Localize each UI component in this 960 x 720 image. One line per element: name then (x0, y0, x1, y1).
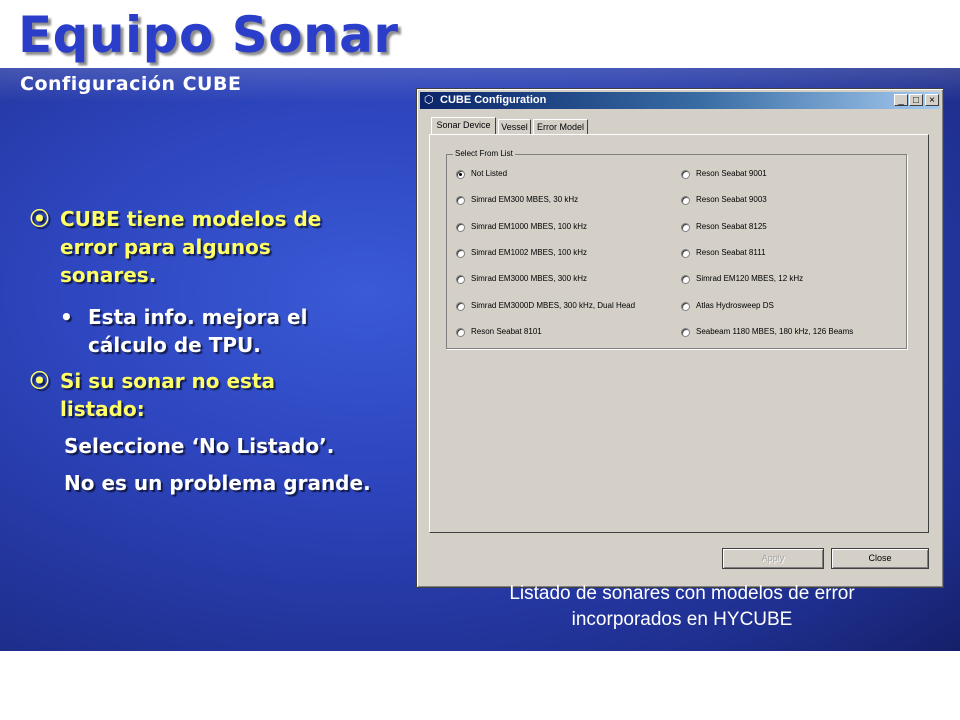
radio-label: Simrad EM300 MBES, 30 kHz (471, 195, 579, 204)
close-button[interactable]: Close (831, 548, 929, 569)
radio-label: Reson Seabat 9003 (696, 195, 767, 204)
radio-icon (456, 195, 465, 205)
radio-icon (456, 274, 465, 284)
radio-option[interactable]: Not Listed (456, 169, 507, 179)
radio-icon (681, 274, 690, 284)
radio-option[interactable]: Simrad EM1000 MBES, 100 kHz (456, 222, 587, 232)
radio-option[interactable]: Seabeam 1180 MBES, 180 kHz, 126 Beams (681, 327, 853, 337)
radio-option[interactable]: Reson Seabat 8101 (456, 327, 542, 337)
radio-option[interactable]: Reson Seabat 8125 (681, 222, 767, 232)
close-button-label: Close (868, 553, 892, 563)
cube-configuration-window: ⬡ CUBE Configuration _ □ × Sonar Device … (416, 88, 944, 588)
radio-option[interactable]: Simrad EM120 MBES, 12 kHz (681, 274, 803, 284)
caption-line: Listado de sonares con modelos de error (509, 583, 855, 604)
window-title: CUBE Configuration (440, 94, 547, 106)
radio-icon (681, 301, 690, 311)
radio-label: Not Listed (471, 169, 508, 178)
radio-option[interactable]: Simrad EM3000D MBES, 300 kHz, Dual Head (456, 301, 635, 311)
radio-icon (681, 195, 690, 205)
radio-selected-icon (456, 169, 465, 179)
radio-option[interactable]: Simrad EM300 MBES, 30 kHz (456, 195, 578, 205)
radio-label: Reson Seabat 8111 (696, 248, 766, 257)
sub-bullet-item: • Esta info. mejora el cálculo de TPU. (60, 303, 380, 359)
radio-label: Atlas Hydrosweep DS (696, 301, 774, 310)
radio-label: Seabeam 1180 MBES, 180 kHz, 126 Beams (696, 327, 854, 336)
radio-option[interactable]: Atlas Hydrosweep DS (681, 301, 774, 311)
apply-button-label: Apply (761, 553, 785, 563)
app-cube-icon: ⬡ (424, 94, 434, 106)
figure-caption: Listado de sonares con modelos de error … (430, 581, 934, 633)
radio-option[interactable]: Simrad EM3000 MBES, 300 kHz (456, 274, 587, 284)
slide-subtitle: Configuración CUBE (20, 73, 242, 95)
dot-bullet-icon: • (60, 305, 73, 329)
tab-error-model[interactable]: Error Model (533, 119, 588, 134)
bullet-text: CUBE tiene modelos de error para algunos… (60, 207, 322, 287)
radio-label: Simrad EM3000 MBES, 300 kHz (471, 274, 588, 283)
radio-label: Reson Seabat 9001 (696, 169, 767, 178)
body-line: No es un problema grande. (64, 471, 371, 495)
radio-label: Simrad EM120 MBES, 12 kHz (696, 274, 804, 283)
minimize-icon[interactable]: _ (894, 94, 908, 106)
radio-label: Reson Seabat 8101 (471, 327, 542, 336)
radio-icon (456, 301, 465, 311)
radio-icon (456, 222, 465, 232)
caption-line: incorporados en HYCUBE (571, 609, 793, 630)
tab-sonar-device[interactable]: Sonar Device (431, 117, 496, 135)
bullet-text: Si su sonar no esta listado: (60, 369, 275, 421)
target-bullet-icon: ⦿ (30, 370, 50, 392)
radio-icon (681, 248, 690, 258)
radio-label: Reson Seabat 8125 (696, 222, 767, 231)
tab-panel: Select From List Not Listed Simrad EM300… (429, 134, 929, 533)
maximize-icon[interactable]: □ (909, 94, 923, 106)
body-line: Seleccione ‘No Listado’. (64, 434, 335, 458)
sub-bullet-text: Esta info. mejora el cálculo de TPU. (88, 305, 308, 357)
bullet-item: ⦿ CUBE tiene modelos de error para algun… (30, 205, 360, 289)
radio-icon (456, 327, 465, 337)
radio-icon (681, 327, 690, 337)
tab-vessel[interactable]: Vessel (498, 119, 531, 134)
bullet-item: ⦿ Si su sonar no esta listado: (30, 367, 350, 423)
radio-option[interactable]: Simrad EM1002 MBES, 100 kHz (456, 248, 587, 258)
slide-title: Equipo Sonar (18, 6, 399, 64)
target-bullet-icon: ⦿ (30, 208, 50, 230)
radio-label: Simrad EM1002 MBES, 100 kHz (471, 248, 588, 257)
radio-label: Simrad EM3000D MBES, 300 kHz, Dual Head (471, 301, 636, 310)
radio-label: Simrad EM1000 MBES, 100 kHz (471, 222, 588, 231)
select-from-list-group: Select From List Not Listed Simrad EM300… (446, 148, 907, 349)
window-titlebar[interactable]: ⬡ CUBE Configuration _ □ × (420, 92, 940, 109)
close-icon[interactable]: × (925, 94, 939, 106)
radio-option[interactable]: Reson Seabat 9003 (681, 195, 767, 205)
radio-icon (456, 248, 465, 258)
radio-option[interactable]: Reson Seabat 8111 (681, 248, 766, 258)
radio-icon (681, 222, 690, 232)
apply-button[interactable]: Apply (722, 548, 824, 569)
radio-icon (681, 169, 690, 179)
radio-option[interactable]: Reson Seabat 9001 (681, 169, 767, 179)
group-label: Select From List (453, 148, 515, 160)
